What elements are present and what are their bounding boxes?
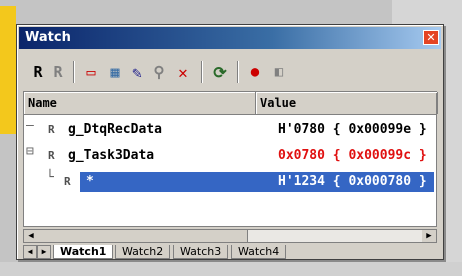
r-button[interactable]: R — [29, 61, 47, 83]
toolbar-separator — [73, 61, 75, 83]
variable-value: H'1234 { 0x000780 } — [278, 174, 427, 189]
toolbar: R R ▭ ▦ ✎ ⚲ ✕ ⟳ ● ◧ — [23, 55, 437, 87]
tab-watch4[interactable]: Watch4 — [231, 245, 287, 259]
watch-window: Watch ✕ R R ▭ ▦ ✎ ⚲ ✕ ⟳ ● ◧ Name Value —… — [16, 24, 444, 260]
scroll-right-arrow[interactable]: ▶ — [422, 230, 436, 242]
breakpoint-disabled-icon[interactable]: ◧ — [269, 61, 289, 83]
scroll-left-arrow[interactable]: ◀ — [24, 230, 38, 242]
column-header-value[interactable]: Value — [256, 92, 438, 114]
scroll-thumb[interactable] — [38, 230, 248, 242]
toolbar-separator — [237, 61, 239, 83]
close-button[interactable]: ✕ — [423, 30, 439, 45]
tab-watch3[interactable]: Watch3 — [173, 245, 229, 259]
variable-icon: R — [48, 149, 55, 162]
yellow-accent — [0, 6, 16, 134]
watch-grid: Name Value — R g_DtqRecData H'0780 { 0x0… — [23, 91, 438, 227]
tab-strip: ◀ ▶ Watch1 Watch2 Watch3 Watch4 — [23, 245, 437, 259]
variable-value: 0x0780 { 0x00099c } — [278, 148, 427, 163]
grid-icon[interactable]: ▦ — [105, 61, 125, 83]
tab-watch1[interactable]: Watch1 — [53, 245, 114, 259]
variable-icon: R — [64, 175, 71, 188]
tab-next-icon[interactable]: ▶ — [37, 245, 51, 259]
variable-value: H'0780 { 0x00099e } — [278, 122, 427, 137]
toolbar-separator — [201, 61, 203, 83]
table-row[interactable]: └ R * H'1234 { 0x000780 } — [24, 170, 436, 194]
variable-icon: R — [48, 123, 55, 136]
breakpoint-icon[interactable]: ● — [245, 61, 265, 83]
background-bottom — [0, 262, 462, 276]
tab-watch2[interactable]: Watch2 — [115, 245, 171, 259]
pencil-icon[interactable]: ✎ — [127, 61, 147, 83]
refresh-icon[interactable]: ⟳ — [209, 61, 231, 83]
tab-prev-icon[interactable]: ◀ — [23, 245, 37, 259]
watch-window-icon[interactable]: ▭ — [81, 61, 101, 83]
variable-name: g_Task3Data — [68, 148, 155, 163]
grid-header: Name Value — [24, 92, 438, 115]
table-row[interactable]: — R g_DtqRecData H'0780 { 0x00099e } — [24, 118, 436, 142]
window-title: Watch — [25, 30, 71, 45]
table-row[interactable]: ⊟ R g_Task3Data 0x0780 { 0x00099c } — [24, 144, 436, 168]
title-bar[interactable]: Watch ✕ — [19, 27, 441, 49]
column-header-name[interactable]: Name — [24, 92, 256, 114]
binoculars-icon[interactable]: ⚲ — [149, 61, 169, 83]
r-disabled-button[interactable]: R — [49, 61, 67, 83]
variable-name: g_DtqRecData — [68, 122, 162, 137]
horizontal-scrollbar[interactable]: ◀ ▶ — [23, 229, 437, 243]
delete-icon[interactable]: ✕ — [173, 61, 193, 83]
variable-name: * — [86, 174, 94, 189]
